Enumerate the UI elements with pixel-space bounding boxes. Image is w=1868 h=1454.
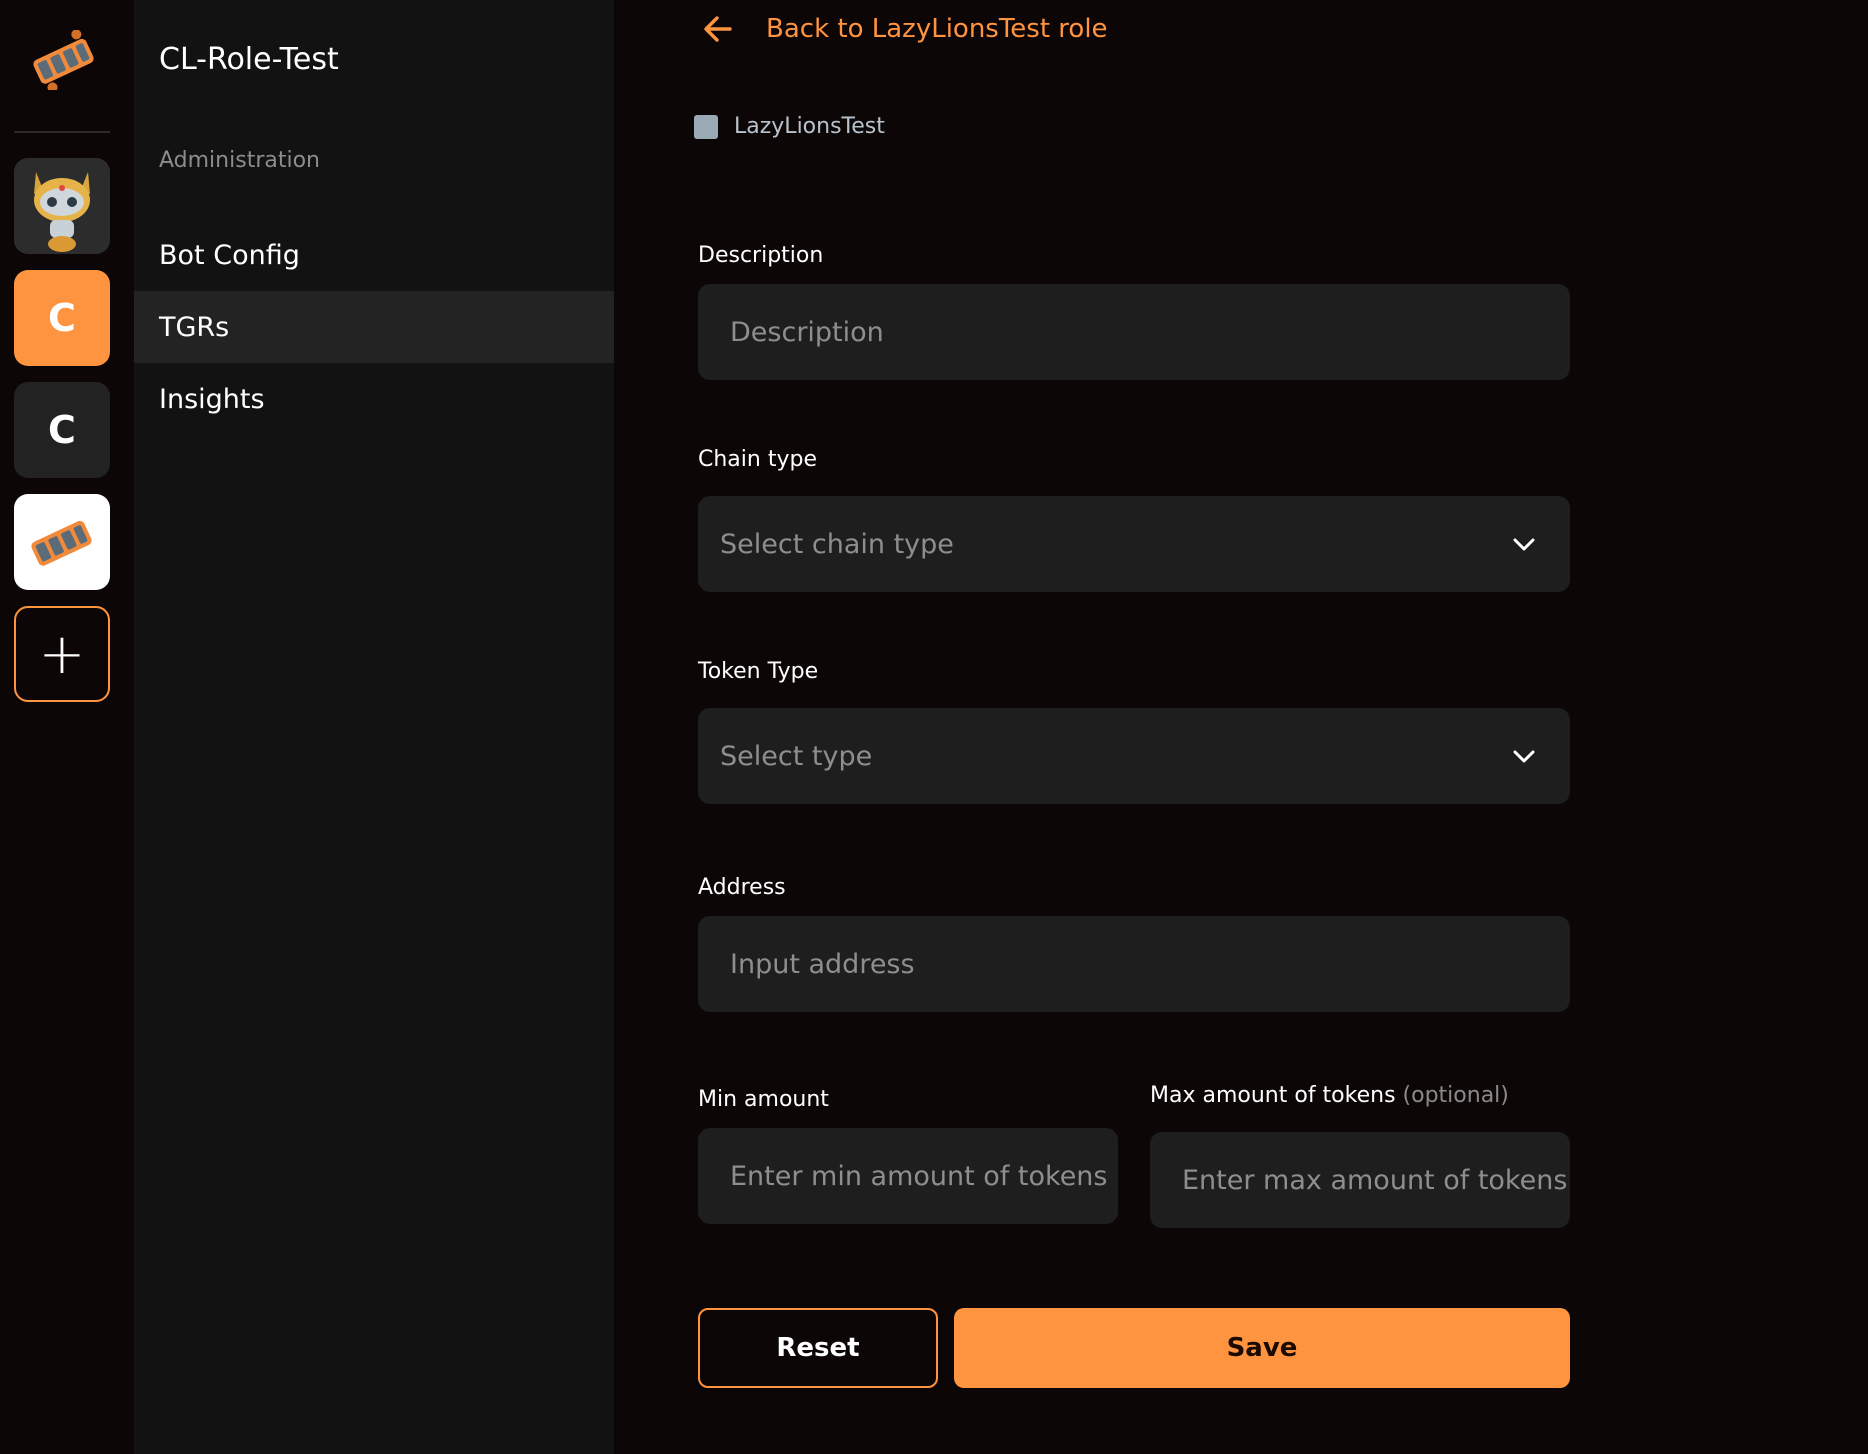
description-label: Description: [698, 243, 824, 268]
rail-divider: [14, 131, 110, 133]
server-tile-c[interactable]: C: [14, 382, 110, 478]
address-input[interactable]: Input address: [698, 916, 1570, 1012]
server-tile-hand-logo[interactable]: [14, 494, 110, 590]
max-amount-label: Max amount of tokens (optional): [1150, 1083, 1509, 1108]
address-label: Address: [698, 875, 786, 900]
hand-chain-logo-icon[interactable]: [22, 28, 106, 92]
server-avatar-robot[interactable]: [14, 158, 110, 254]
back-link-label: Back to LazyLionsTest role: [766, 14, 1108, 44]
reset-button-label: Reset: [776, 1333, 860, 1363]
token-type-select[interactable]: Select type: [698, 708, 1570, 804]
description-input[interactable]: Description: [698, 284, 1570, 380]
main-content: Back to LazyLionsTest role LazyLionsTest…: [614, 0, 1868, 1454]
max-amount-label-text: Max amount of tokens: [1150, 1083, 1396, 1108]
min-amount-label: Min amount: [698, 1087, 829, 1112]
reset-button[interactable]: Reset: [698, 1308, 938, 1388]
hand-chain-logo-icon: [31, 520, 92, 566]
max-amount-input[interactable]: Enter max amount of tokens: [1150, 1132, 1570, 1228]
server-rail: C C +: [0, 0, 134, 1454]
server-letter: C: [48, 296, 76, 340]
save-button-label: Save: [1226, 1333, 1298, 1363]
sidebar-item-tgrs[interactable]: TGRs: [134, 291, 614, 363]
chevron-down-icon: [1513, 750, 1535, 763]
server-name: CL-Role-Test: [159, 42, 339, 77]
add-server-button[interactable]: +: [14, 606, 110, 702]
chevron-down-icon: [1513, 538, 1535, 551]
server-letter: C: [48, 408, 76, 452]
server-sidebar: CL-Role-Test Administration Bot Config T…: [134, 0, 614, 1454]
save-button[interactable]: Save: [954, 1308, 1570, 1388]
max-amount-placeholder: Enter max amount of tokens: [1182, 1164, 1568, 1196]
chain-type-placeholder: Select chain type: [720, 528, 954, 560]
chain-type-label: Chain type: [698, 447, 817, 472]
chain-type-select[interactable]: Select chain type: [698, 496, 1570, 592]
back-link[interactable]: Back to LazyLionsTest role: [700, 8, 1108, 50]
section-label-administration: Administration: [159, 148, 320, 173]
min-amount-placeholder: Enter min amount of tokens: [730, 1160, 1108, 1192]
role-color-swatch: [694, 114, 718, 139]
sidebar-item-label: TGRs: [159, 311, 230, 343]
description-placeholder: Description: [730, 316, 884, 348]
optional-hint: (optional): [1402, 1083, 1509, 1108]
role-chip: LazyLionsTest: [694, 114, 885, 139]
token-type-label: Token Type: [698, 659, 819, 684]
sidebar-item-bot-config[interactable]: Bot Config: [134, 219, 614, 291]
plus-icon: +: [38, 621, 86, 687]
token-type-placeholder: Select type: [720, 740, 873, 772]
arrow-left-icon: [704, 16, 732, 42]
role-name: LazyLionsTest: [734, 114, 885, 139]
address-placeholder: Input address: [730, 948, 915, 980]
sidebar-item-label: Bot Config: [159, 239, 300, 271]
min-amount-input[interactable]: Enter min amount of tokens: [698, 1128, 1118, 1224]
app-root: C C + CL-Role-Test Administration Bot Co…: [0, 0, 1868, 1454]
sidebar-item-label: Insights: [159, 383, 265, 415]
sidebar-item-insights[interactable]: Insights: [134, 363, 614, 435]
server-tile-c-active[interactable]: C: [14, 270, 110, 366]
robot-mascot-avatar: [14, 158, 110, 254]
